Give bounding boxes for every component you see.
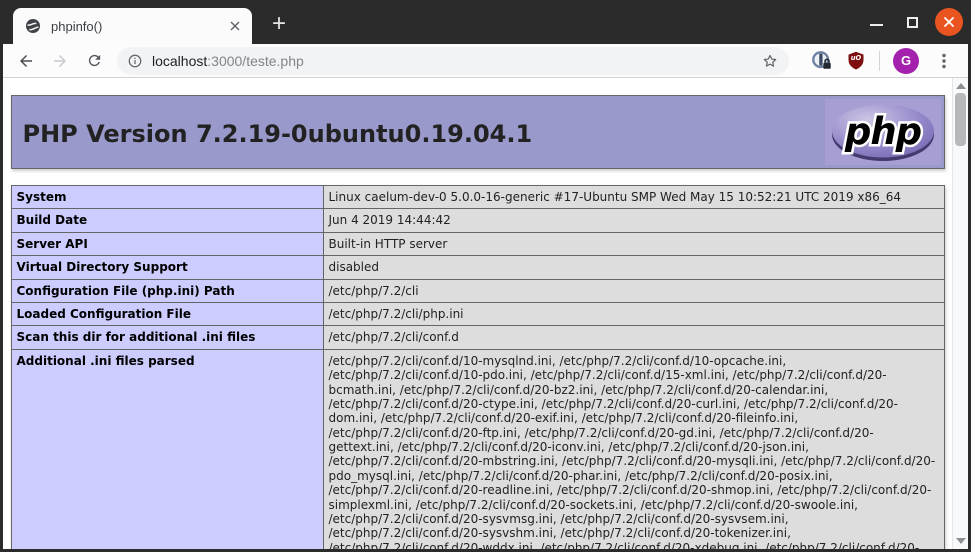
- ublock-origin-shield-icon[interactable]: uO: [846, 50, 866, 71]
- row-label: Scan this dir for additional .ini files: [11, 326, 323, 349]
- row-label: Server API: [11, 232, 323, 255]
- password-lock-extension-icon[interactable]: [811, 50, 833, 72]
- star-icon: [761, 52, 779, 70]
- phpinfo-header: php PHP Version 7.2.19-0ubuntu0.19.04.1: [11, 95, 945, 169]
- svg-text:uO: uO: [851, 54, 862, 62]
- window-controls: [863, 0, 963, 44]
- tab-close-icon[interactable]: [226, 17, 244, 35]
- reload-icon: [86, 52, 103, 69]
- table-row-scan-dir: Scan this dir for additional .ini files …: [11, 326, 944, 349]
- browser-toolbar: localhost:3000/teste.php uO: [3, 44, 968, 78]
- back-arrow-icon: [17, 52, 35, 70]
- three-dot-menu-icon: [936, 52, 952, 70]
- row-label: Additional .ini files parsed: [11, 349, 323, 549]
- php-logo[interactable]: php: [825, 99, 941, 165]
- row-value: Linux caelum-dev-0 5.0.0-16-generic #17-…: [323, 186, 944, 209]
- toolbar-separator: [879, 51, 880, 71]
- row-label: Configuration File (php.ini) Path: [11, 279, 323, 302]
- row-label: System: [11, 186, 323, 209]
- extensions-area: uO G: [811, 47, 956, 75]
- page-scrollbar[interactable]: [952, 78, 968, 549]
- tab-strip: phpinfo() +: [0, 0, 971, 44]
- page-content-area: php PHP Version 7.2.19-0ubuntu0.19.04.1 …: [3, 78, 968, 549]
- forward-button[interactable]: [45, 46, 75, 76]
- row-label: Build Date: [11, 209, 323, 232]
- row-value: /etc/php/7.2/cli/php.ini: [323, 302, 944, 325]
- scrollbar-thumb[interactable]: [955, 93, 966, 146]
- scroll-down-arrow-icon[interactable]: [956, 538, 966, 544]
- back-button[interactable]: [11, 46, 41, 76]
- window-close-button[interactable]: [935, 8, 963, 36]
- table-row-loaded-config: Loaded Configuration File /etc/php/7.2/c…: [11, 302, 944, 325]
- page-info-button[interactable]: [127, 53, 143, 69]
- profile-avatar[interactable]: G: [893, 48, 919, 74]
- forward-arrow-icon: [51, 52, 69, 70]
- reload-button[interactable]: [79, 46, 109, 76]
- row-value: /etc/php/7.2/cli: [323, 279, 944, 302]
- url-host: localhost: [152, 53, 207, 69]
- row-value: Built-in HTTP server: [323, 232, 944, 255]
- url-text[interactable]: localhost:3000/teste.php: [152, 53, 753, 69]
- phpinfo-table: System Linux caelum-dev-0 5.0.0-16-gener…: [11, 185, 945, 549]
- row-label: Loaded Configuration File: [11, 302, 323, 325]
- row-value: disabled: [323, 256, 944, 279]
- new-tab-button[interactable]: +: [264, 9, 294, 39]
- table-row-build-date: Build Date Jun 4 2019 14:44:42: [11, 209, 944, 232]
- table-row-virtual-directory: Virtual Directory Support disabled: [11, 256, 944, 279]
- table-row-system: System Linux caelum-dev-0 5.0.0-16-gener…: [11, 186, 944, 209]
- row-value: /etc/php/7.2/cli/conf.d/10-mysqlnd.ini, …: [323, 349, 944, 549]
- browser-window: phpinfo() +: [0, 0, 971, 552]
- tab-title: phpinfo(): [51, 19, 226, 34]
- minimize-button[interactable]: [863, 9, 889, 35]
- globe-icon: [25, 18, 41, 34]
- page-title: PHP Version 7.2.19-0ubuntu0.19.04.1: [12, 96, 944, 148]
- window-body: localhost:3000/teste.php uO: [0, 44, 971, 552]
- table-row-additional-ini: Additional .ini files parsed /etc/php/7.…: [11, 349, 944, 549]
- address-bar[interactable]: localhost:3000/teste.php: [117, 47, 789, 75]
- url-path: :3000/teste.php: [207, 53, 304, 69]
- row-value: /etc/php/7.2/cli/conf.d: [323, 326, 944, 349]
- scroll-up-arrow-icon[interactable]: [956, 83, 966, 89]
- maximize-button[interactable]: [899, 9, 925, 35]
- row-label: Virtual Directory Support: [11, 256, 323, 279]
- php-logo-text: php: [843, 110, 921, 153]
- browser-menu-button[interactable]: [932, 47, 956, 75]
- row-value: Jun 4 2019 14:44:42: [323, 209, 944, 232]
- browser-tab[interactable]: phpinfo(): [13, 8, 252, 44]
- bookmark-button[interactable]: [761, 52, 779, 70]
- phpinfo-page: php PHP Version 7.2.19-0ubuntu0.19.04.1 …: [3, 78, 952, 549]
- info-icon: [127, 53, 143, 69]
- table-row-config-path: Configuration File (php.ini) Path /etc/p…: [11, 279, 944, 302]
- table-row-server-api: Server API Built-in HTTP server: [11, 232, 944, 255]
